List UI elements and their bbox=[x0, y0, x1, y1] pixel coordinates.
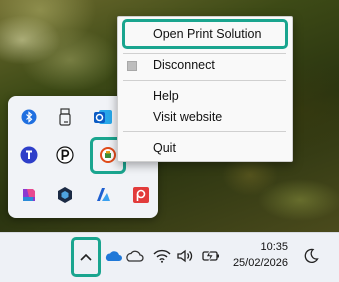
pdf-app-icon[interactable] bbox=[130, 184, 152, 206]
shield-app-icon[interactable] bbox=[54, 184, 76, 206]
usb-drive-icon[interactable] bbox=[54, 106, 76, 128]
menu-separator bbox=[123, 80, 286, 81]
moon-icon[interactable] bbox=[300, 245, 322, 267]
bluetooth-icon[interactable] bbox=[18, 106, 40, 128]
tray-context-menu: Open Print Solution Disconnect Help Visi… bbox=[117, 16, 293, 162]
menu-item-disconnect[interactable]: Disconnect bbox=[118, 54, 292, 76]
taskbar-clock[interactable]: 10:35 25/02/2026 bbox=[232, 239, 288, 271]
teams-icon[interactable] bbox=[18, 144, 40, 166]
menu-item-label: Disconnect bbox=[153, 58, 215, 72]
clock-date: 25/02/2026 bbox=[232, 257, 288, 269]
menu-item-label: Help bbox=[153, 89, 179, 103]
azure-icon[interactable] bbox=[92, 184, 114, 206]
clock-time: 10:35 bbox=[260, 241, 288, 253]
copilot-icon[interactable] bbox=[18, 184, 40, 206]
chevron-up-icon bbox=[80, 253, 92, 261]
onedrive-icon[interactable] bbox=[103, 246, 123, 266]
menu-item-label: Quit bbox=[153, 141, 176, 155]
outlook-icon[interactable] bbox=[92, 106, 114, 128]
menu-item-help[interactable]: Help bbox=[118, 85, 292, 107]
taskbar: 10:35 25/02/2026 bbox=[0, 232, 339, 282]
menu-item-label: Visit website bbox=[153, 110, 223, 124]
print-solution-icon[interactable] bbox=[97, 144, 119, 166]
menu-item-quit[interactable]: Quit bbox=[118, 137, 292, 159]
wifi-icon[interactable] bbox=[152, 246, 172, 266]
menu-item-open-print-solution[interactable]: Open Print Solution bbox=[122, 19, 288, 49]
checkbox-icon bbox=[127, 61, 137, 71]
menu-item-visit-website[interactable]: Visit website bbox=[118, 106, 292, 128]
cloud-icon[interactable] bbox=[124, 246, 144, 266]
battery-charging-icon[interactable] bbox=[199, 246, 221, 266]
menu-item-label: Open Print Solution bbox=[153, 27, 262, 41]
show-hidden-icons-button[interactable] bbox=[71, 237, 101, 277]
menu-separator bbox=[123, 131, 286, 132]
volume-icon[interactable] bbox=[175, 246, 195, 266]
pixel-app-icon[interactable] bbox=[54, 144, 76, 166]
